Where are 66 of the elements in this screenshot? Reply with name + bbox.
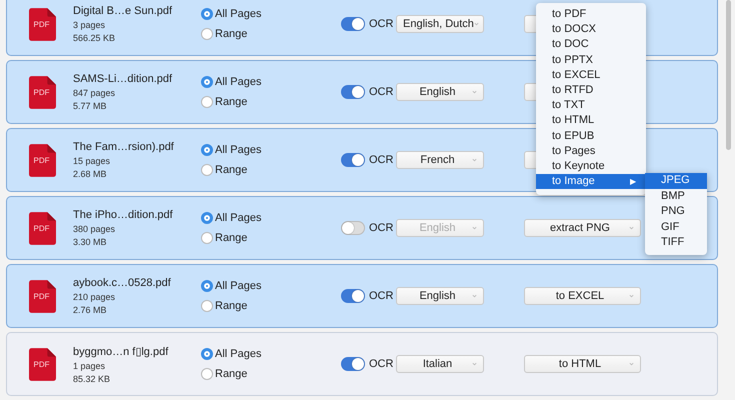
- menu-item[interactable]: to Keynote: [536, 158, 646, 174]
- file-size: 2.76 MB: [73, 305, 108, 315]
- file-size: 5.77 MB: [73, 101, 108, 111]
- page-range-radio[interactable]: All Pages: [201, 348, 341, 360]
- file-name: byggmo…n f▯lg.pdf: [73, 344, 170, 358]
- file-type-label: PDF: [32, 156, 50, 164]
- ocr-label: OCR: [369, 86, 394, 98]
- menu-item[interactable]: TIFF: [645, 235, 707, 250]
- file-type-label: PDF: [32, 88, 50, 96]
- file-name: Digital B…e Sun.pdf: [73, 5, 174, 17]
- page-range-radio[interactable]: Range: [201, 368, 341, 380]
- page-range-radio[interactable]: All Pages: [201, 144, 341, 156]
- ocr-label: OCR: [369, 290, 394, 302]
- file-name: The iPho…dition.pdf: [73, 209, 174, 221]
- language-select[interactable]: Italian: [396, 355, 484, 373]
- format-select[interactable]: extract PNG: [524, 219, 641, 237]
- file-name: The Fam…rsion).pdf: [73, 141, 175, 153]
- page-range-radio[interactable]: Range: [201, 28, 341, 40]
- language-select[interactable]: English, Dutch: [396, 15, 484, 33]
- menu-item[interactable]: PNG: [645, 204, 707, 220]
- file-type-label: PDF: [32, 360, 50, 368]
- page-range-radio[interactable]: Range: [201, 232, 341, 244]
- menu-item[interactable]: to DOCX: [536, 22, 646, 38]
- page-range-radio[interactable]: Range: [201, 164, 341, 176]
- language-select[interactable]: French: [396, 151, 484, 169]
- page-range-radio[interactable]: All Pages: [201, 212, 341, 224]
- menu-item[interactable]: to DOC: [536, 37, 646, 53]
- page-range-radio[interactable]: Range: [201, 96, 341, 108]
- page-count: 1 pages: [73, 360, 106, 370]
- menu-item[interactable]: to EXCEL: [536, 68, 646, 83]
- page-range-radio[interactable]: All Pages: [201, 8, 341, 20]
- language-select[interactable]: English: [396, 83, 484, 101]
- file-type-label: PDF: [32, 224, 50, 232]
- page-range-radio[interactable]: Range: [201, 300, 341, 312]
- file-name: SAMS-Li…dition.pdf: [73, 73, 174, 85]
- menu-item[interactable]: to TXT: [536, 98, 646, 114]
- menu-item[interactable]: to RTFD: [536, 82, 646, 98]
- ocr-label: OCR: [369, 222, 394, 234]
- page-count: 380 pages: [73, 224, 116, 234]
- format-select[interactable]: to HTML: [524, 355, 641, 373]
- file-size: 2.68 MB: [73, 169, 108, 179]
- file-type-label: PDF: [32, 20, 50, 28]
- menu-item[interactable]: GIF: [645, 220, 707, 235]
- ocr-label: OCR: [369, 18, 394, 30]
- file-row[interactable]: PDF aybook.c…0528.pdf 210 pages 2.76 MB All Pages Range OCR English to EXCEL: [6, 264, 718, 328]
- page-count: 15 pages: [73, 156, 112, 166]
- menu-item[interactable]: JPEG: [645, 173, 707, 188]
- file-name: aybook.c…0528.pdf: [73, 277, 172, 289]
- menu-item[interactable]: to Image ▶: [536, 174, 646, 190]
- language-select[interactable]: English: [396, 287, 484, 305]
- file-size: 85.32 KB: [73, 374, 112, 384]
- page-range-radio[interactable]: All Pages: [201, 280, 341, 292]
- page-count: 210 pages: [73, 292, 116, 302]
- file-row[interactable]: PDF byggmo…n f▯lg.pdf 1 pages 85.32 KB All Pages Range OCR Italian to HTML: [6, 332, 718, 396]
- menu-item[interactable]: to EPUB: [536, 128, 646, 144]
- file-size: 3.30 MB: [73, 237, 108, 247]
- page-count: 3 pages: [73, 20, 106, 30]
- ocr-label: OCR: [369, 154, 394, 166]
- menu-item[interactable]: to PDF: [536, 7, 646, 22]
- file-type-label: PDF: [32, 292, 50, 300]
- menu-item[interactable]: to Pages: [536, 144, 646, 159]
- ocr-label: OCR: [369, 358, 394, 370]
- file-size: 566.25 KB: [73, 33, 116, 43]
- format-select[interactable]: to EXCEL: [524, 287, 641, 305]
- page-count: 847 pages: [73, 88, 116, 98]
- page-range-radio[interactable]: All Pages: [201, 76, 341, 88]
